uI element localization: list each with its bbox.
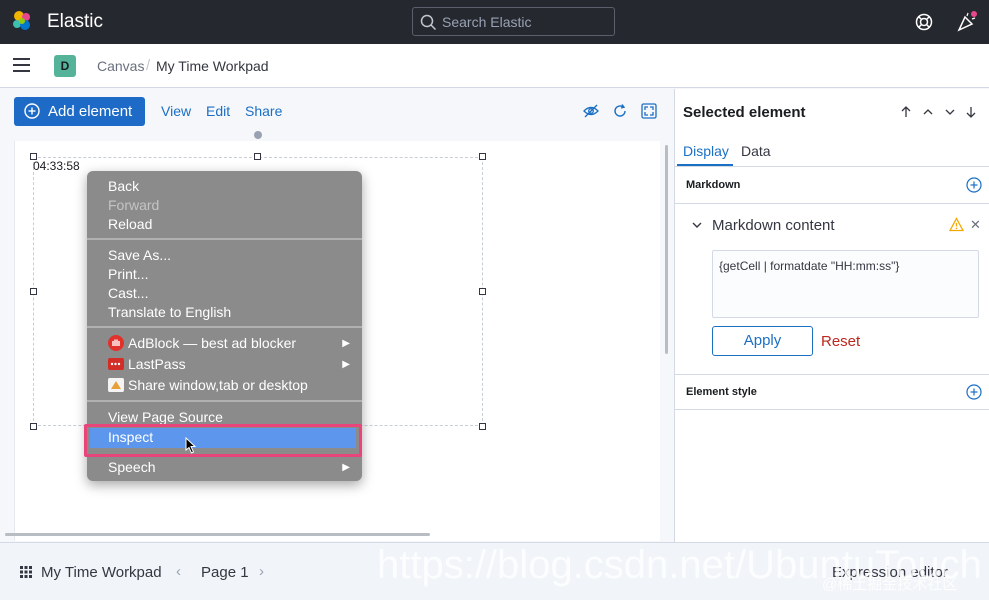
apply-button[interactable]: Apply [712, 326, 813, 356]
workpad-name: My Time Workpad [41, 564, 162, 581]
top-header: Elastic Search Elastic [0, 0, 989, 44]
tab-data[interactable]: Data [741, 143, 771, 159]
warning-icon [949, 217, 964, 232]
share-screen-icon [108, 378, 124, 392]
page-grid-icon[interactable] [20, 566, 32, 578]
menu-item-translate[interactable]: Translate to English [108, 304, 231, 320]
submenu-arrow-icon: ▶ [342, 359, 350, 370]
resize-handle[interactable] [479, 153, 486, 160]
menu-separator [87, 238, 362, 240]
resize-handle[interactable] [479, 423, 486, 430]
previous-page-icon[interactable]: ‹ [176, 563, 181, 580]
section-divider [675, 374, 989, 375]
elastic-logo-icon[interactable] [10, 9, 34, 33]
eye-closed-icon[interactable] [583, 103, 599, 119]
search-placeholder: Search Elastic [442, 14, 532, 30]
arrow-up-icon[interactable] [899, 105, 913, 119]
search-input[interactable]: Search Elastic [412, 7, 615, 36]
add-element-button[interactable]: Add element [14, 97, 145, 126]
remove-argument-icon[interactable]: ✕ [970, 217, 981, 233]
chevron-down-icon[interactable] [691, 219, 703, 231]
resize-handle[interactable] [30, 423, 37, 430]
menu-item-reload[interactable]: Reload [108, 216, 152, 232]
section-element-style-title: Element style [686, 386, 757, 398]
edit-menu[interactable]: Edit [206, 103, 230, 119]
menu-item-inspect[interactable]: Inspect [108, 429, 153, 445]
section-markdown-title: Markdown [686, 179, 741, 191]
app-title: Elastic [47, 11, 103, 32]
menu-separator [87, 326, 362, 328]
rotate-handle[interactable] [254, 131, 262, 139]
selected-element-panel: Selected element Display Data Markdown M… [674, 89, 989, 542]
resize-handle[interactable] [479, 288, 486, 295]
search-icon [420, 14, 437, 31]
section-divider [675, 203, 989, 204]
menu-item-print[interactable]: Print... [108, 266, 148, 282]
submenu-arrow-icon: ▶ [342, 462, 350, 473]
breadcrumb-separator: / [146, 57, 151, 74]
help-icon[interactable] [914, 12, 934, 32]
vertical-scrollbar[interactable] [665, 145, 668, 354]
next-page-icon[interactable]: › [259, 563, 264, 580]
section-divider [675, 409, 989, 410]
resize-handle[interactable] [30, 288, 37, 295]
mouse-cursor-icon [185, 437, 197, 454]
plus-circle-icon [24, 103, 40, 119]
workpad-toolbar: Add element View Edit Share [0, 89, 674, 133]
menu-item-cast[interactable]: Cast... [108, 285, 148, 301]
lastpass-icon [108, 358, 124, 370]
fullscreen-icon[interactable] [641, 103, 657, 119]
breadcrumb-bar: D Canvas / My Time Workpad [0, 44, 989, 88]
markdown-textarea[interactable]: {getCell | formatdate "HH:mm:ss"} [712, 250, 979, 318]
menu-item-save-as[interactable]: Save As... [108, 247, 171, 263]
submenu-arrow-icon: ▶ [342, 338, 350, 349]
menu-item-forward: Forward [108, 197, 160, 213]
add-element-label: Add element [48, 103, 133, 120]
add-style-icon[interactable] [966, 384, 982, 400]
menu-item-lastpass[interactable]: LastPass [128, 356, 186, 372]
arrow-down-icon[interactable] [964, 105, 978, 119]
menu-item-view-source[interactable]: View Page Source [108, 409, 223, 425]
adblock-icon [108, 335, 124, 351]
markdown-clock-text: 04:33:58 [33, 159, 80, 173]
tabs-divider [675, 166, 989, 167]
reset-button[interactable]: Reset [821, 333, 860, 350]
watermark-caption: @稀土掘金技术社区 [822, 576, 958, 593]
horizontal-scrollbar[interactable] [5, 533, 430, 536]
menu-item-speech[interactable]: Speech [108, 459, 155, 475]
breadcrumb-canvas[interactable]: Canvas [97, 58, 144, 74]
menu-item-share-window[interactable]: Share window,tab or desktop [128, 377, 308, 393]
workpad-footer: My Time Workpad ‹ Page 1 › Expression ed… [0, 542, 989, 600]
breadcrumb-workpad: My Time Workpad [156, 58, 269, 74]
tab-display[interactable]: Display [683, 143, 729, 159]
share-menu[interactable]: Share [245, 103, 282, 119]
menu-separator [87, 400, 362, 402]
page-label[interactable]: Page 1 [201, 564, 249, 581]
view-menu[interactable]: View [161, 103, 191, 119]
menu-item-back[interactable]: Back [108, 178, 139, 194]
chevron-up-icon[interactable] [921, 105, 935, 119]
chevron-down-icon[interactable] [943, 105, 957, 119]
space-avatar[interactable]: D [54, 55, 76, 77]
add-argument-icon[interactable] [966, 177, 982, 193]
markdown-content-title[interactable]: Markdown content [712, 217, 835, 234]
newsfeed-icon[interactable] [956, 11, 978, 33]
panel-title: Selected element [683, 104, 806, 121]
menu-icon[interactable] [13, 58, 30, 72]
menu-item-adblock[interactable]: AdBlock — best ad blocker [128, 335, 296, 351]
refresh-icon[interactable] [612, 103, 628, 119]
resize-handle[interactable] [254, 153, 261, 160]
